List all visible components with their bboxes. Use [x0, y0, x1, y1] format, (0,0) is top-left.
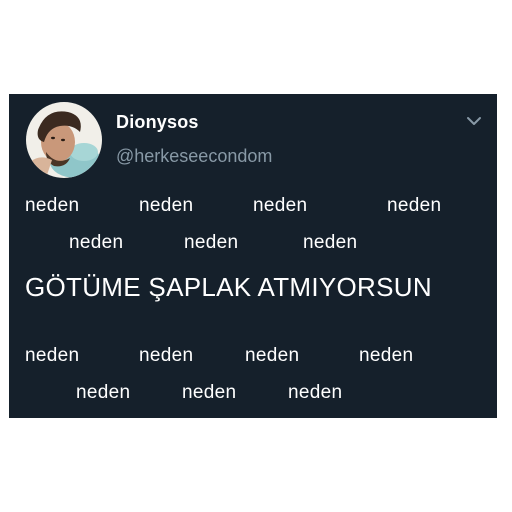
tweet-word: neden: [69, 232, 124, 253]
profile-photo-icon: [26, 102, 102, 178]
tweet-word: neden: [25, 195, 80, 216]
tweet-word: neden: [182, 382, 237, 403]
tweet-word: neden: [184, 232, 239, 253]
display-name[interactable]: Dionysos: [116, 112, 199, 133]
tweet-word: neden: [245, 345, 300, 366]
tweet-word: neden: [359, 345, 414, 366]
chevron-down-icon[interactable]: [465, 114, 483, 128]
user-handle[interactable]: @herkeseecondom: [116, 146, 272, 167]
tweet-word: neden: [139, 195, 194, 216]
tweet-word: neden: [253, 195, 308, 216]
tweet-word: neden: [76, 382, 131, 403]
tweet-word: neden: [288, 382, 343, 403]
tweet-word: neden: [303, 232, 358, 253]
tweet-card: Dionysos @herkeseecondom neden neden ned…: [9, 94, 497, 418]
tweet-word: neden: [387, 195, 442, 216]
avatar[interactable]: [26, 102, 102, 178]
tweet-headline: GÖTÜME ŞAPLAK ATMIYORSUN: [25, 272, 432, 302]
tweet-word: neden: [25, 345, 80, 366]
tweet-word: neden: [139, 345, 194, 366]
